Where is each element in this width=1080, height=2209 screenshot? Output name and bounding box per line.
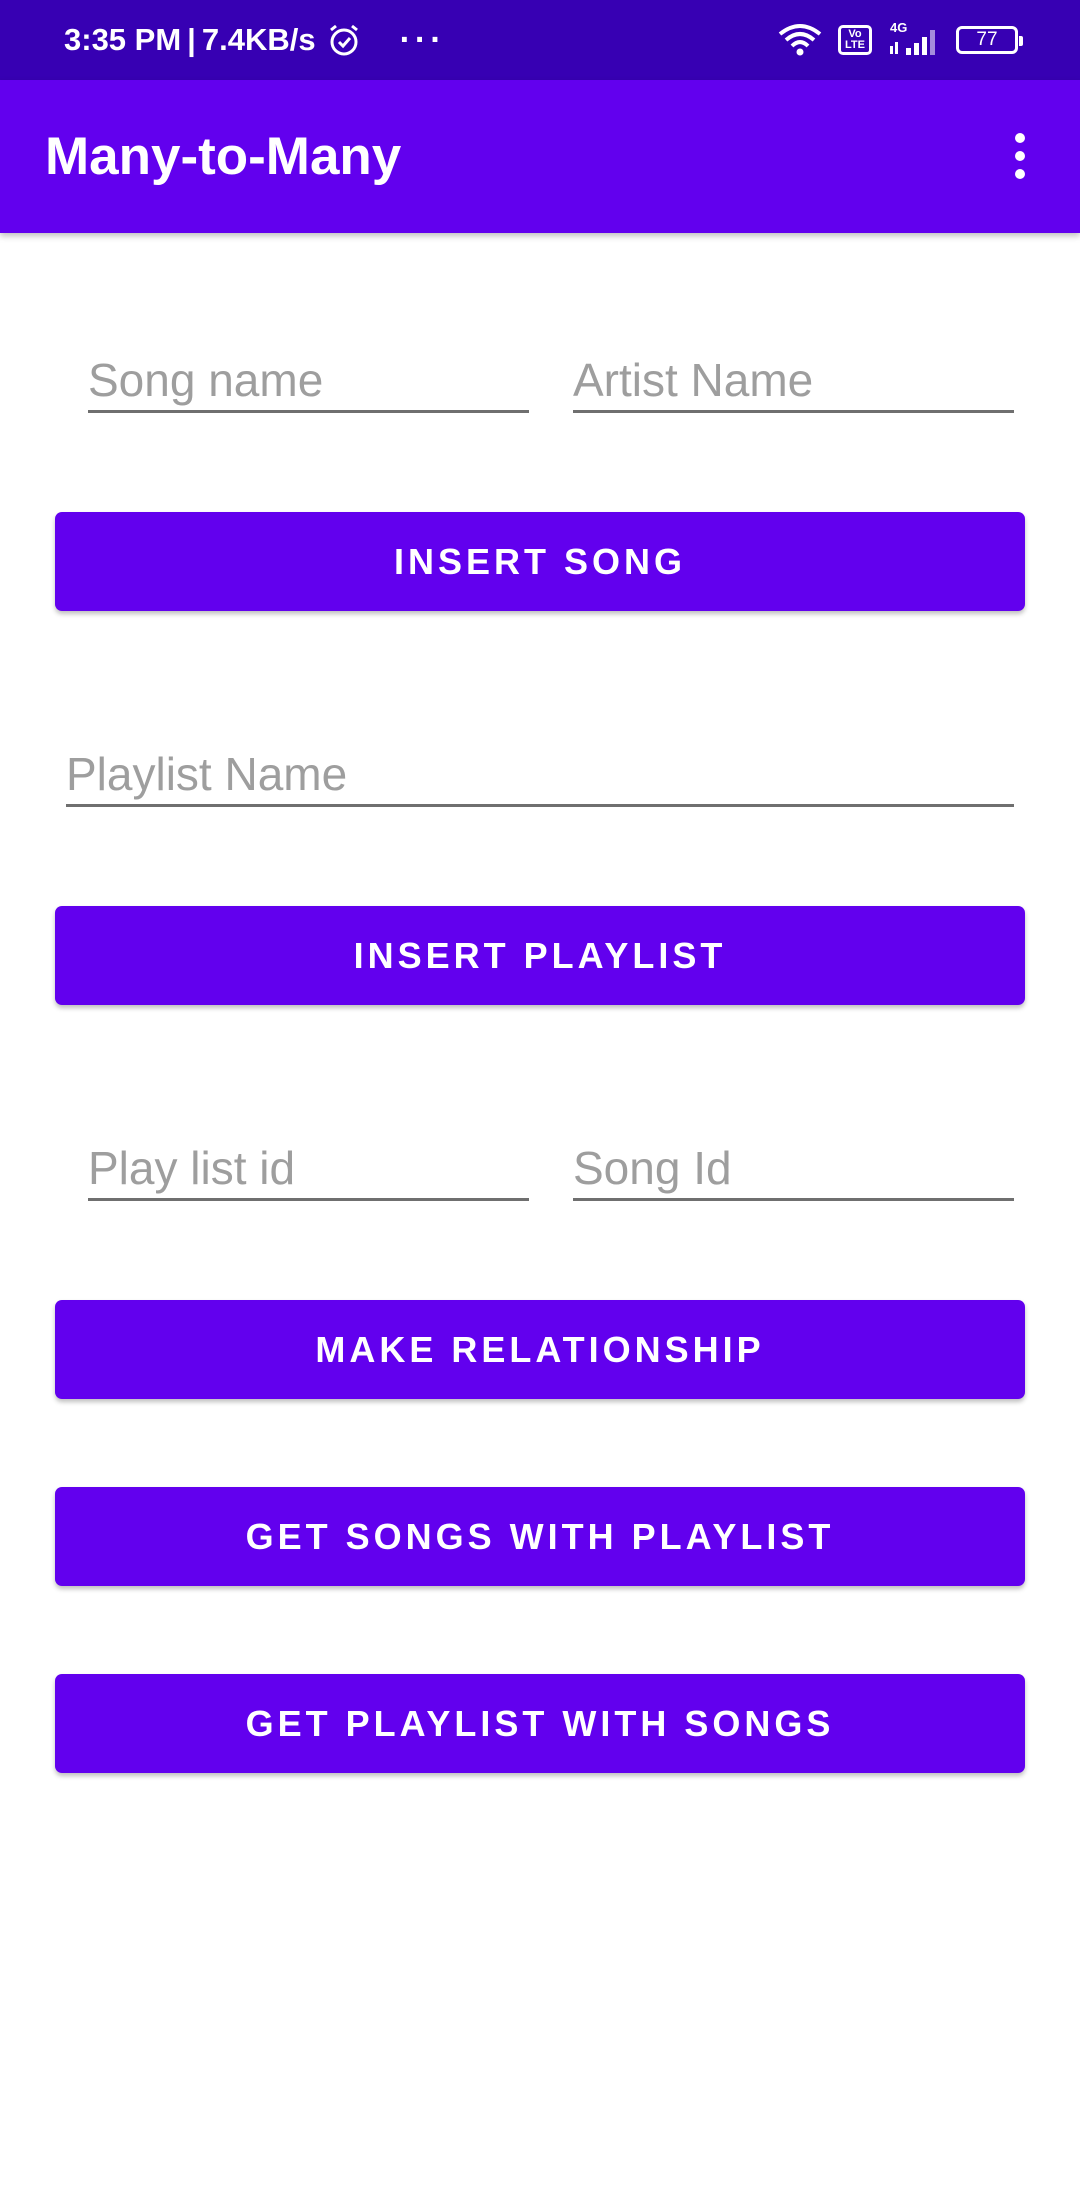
song-id-input[interactable]	[573, 1138, 1014, 1198]
get-playlist-with-songs-button[interactable]: GET PLAYLIST WITH SONGS	[55, 1674, 1025, 1773]
mobile-signal: 4G	[886, 20, 942, 58]
playlist-name-field[interactable]	[66, 744, 1014, 807]
song-name-field[interactable]	[88, 350, 529, 413]
song-id-field[interactable]	[573, 1138, 1014, 1201]
menu-dot	[1015, 169, 1025, 179]
network-speed: 7.4KB/s	[201, 22, 316, 57]
volte-icon: Vo LTE	[838, 25, 872, 55]
alarm-icon	[329, 24, 358, 56]
signal-icon	[890, 30, 935, 55]
status-right: Vo LTE 4G 77	[776, 0, 1023, 80]
playlist-id-input[interactable]	[88, 1138, 529, 1198]
insert-song-button[interactable]: INSERT SONG	[55, 512, 1025, 611]
status-bar: 3:35 PM | 7.4KB/s ··· Vo LTE 4G 77	[0, 0, 1080, 80]
insert-playlist-button[interactable]: INSERT PLAYLIST	[55, 906, 1025, 1005]
more-vert-icon[interactable]	[990, 126, 1050, 186]
wifi-icon	[778, 24, 822, 56]
battery-level: 77	[976, 29, 998, 50]
song-name-input[interactable]	[88, 350, 529, 410]
get-songs-with-playlist-button[interactable]: GET SONGS WITH PLAYLIST	[55, 1487, 1025, 1586]
menu-dot	[1015, 151, 1025, 161]
status-time: 3:35 PM	[64, 22, 182, 57]
make-relationship-button[interactable]: MAKE RELATIONSHIP	[55, 1300, 1025, 1399]
more-notifications-icon: ···	[399, 20, 446, 59]
status-left: 3:35 PM | 7.4KB/s ···	[64, 0, 446, 80]
playlist-id-field[interactable]	[88, 1138, 529, 1201]
artist-name-field[interactable]	[573, 350, 1014, 413]
status-separator: |	[187, 22, 196, 57]
battery-icon: 77	[956, 26, 1023, 54]
menu-dot	[1015, 133, 1025, 143]
playlist-name-input[interactable]	[66, 744, 1014, 804]
artist-name-input[interactable]	[573, 350, 1014, 410]
app-title: Many-to-Many	[45, 127, 402, 186]
app-bar: Many-to-Many	[0, 80, 1080, 233]
